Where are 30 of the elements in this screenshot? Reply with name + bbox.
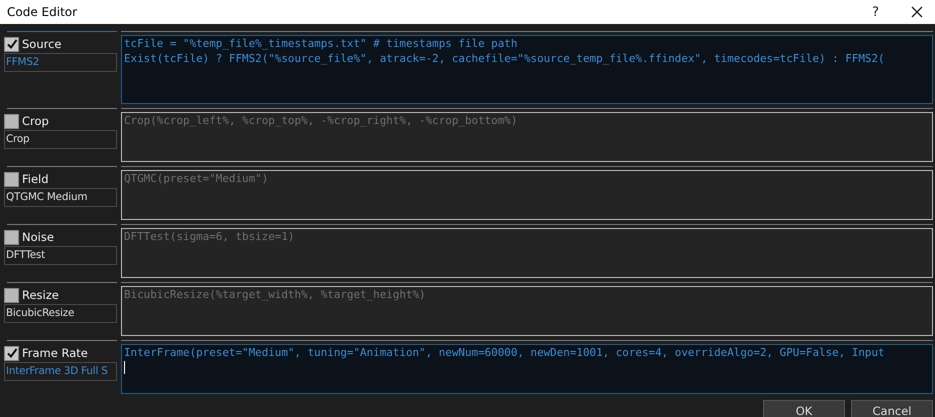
filter-name-field[interactable]: DFTTest <box>4 246 117 265</box>
checkbox[interactable] <box>4 36 19 52</box>
checkbox[interactable] <box>4 288 19 302</box>
checkbox[interactable] <box>4 346 19 360</box>
code-editor[interactable]: tcFile = "%temp_file%_timestamps.txt" # timestamps file path Exist(tcFile) ? FFMS2("%source_file%", atrack=-2, cachefile="%source_temp_file%.ffindex", timecodes=tcFile) : FFMS2( <box>121 35 933 104</box>
help-button[interactable]: ? <box>872 4 879 20</box>
category-label: Crop <box>22 114 49 128</box>
filter-name-field[interactable]: BicubicResize <box>4 304 117 323</box>
category-label: Source <box>22 37 62 51</box>
checkbox[interactable] <box>4 172 19 186</box>
cancel-button[interactable]: Cancel <box>851 400 933 417</box>
code-editor[interactable]: BicubicResize(%target_width%, %target_height%) <box>121 286 933 336</box>
category-label: Noise <box>22 230 54 244</box>
code-editor[interactable]: Crop(%crop_left%, %crop_top%, -%crop_right%, -%crop_bottom%) <box>121 112 933 162</box>
category-label: Field <box>22 172 49 186</box>
text-cursor <box>124 360 125 374</box>
filter-name-field[interactable]: FFMS2 <box>4 53 117 72</box>
category-label: Resize <box>22 288 59 302</box>
code-editor[interactable]: InterFrame(preset="Medium", tuning="Animation", newNum=60000, newDen=1001, cores=4, overrideAlgo=2, GPU=False, Input <box>121 344 933 394</box>
window-title: Code Editor <box>7 5 78 19</box>
filter-name-field[interactable]: QTGMC Medium <box>4 188 117 207</box>
checkbox[interactable] <box>4 114 19 128</box>
code-editor[interactable]: DFTTest(sigma=6, tbsize=1) <box>121 228 933 278</box>
category-label: Frame Rate <box>22 346 88 360</box>
close-icon[interactable] <box>911 6 923 18</box>
filter-name-field[interactable]: Crop <box>4 130 117 149</box>
ok-button[interactable]: OK <box>763 400 845 417</box>
filter-name-field[interactable]: InterFrame 3D Full S <box>4 362 117 381</box>
code-editor[interactable]: QTGMC(preset="Medium") <box>121 170 933 220</box>
checkbox[interactable] <box>4 230 19 244</box>
